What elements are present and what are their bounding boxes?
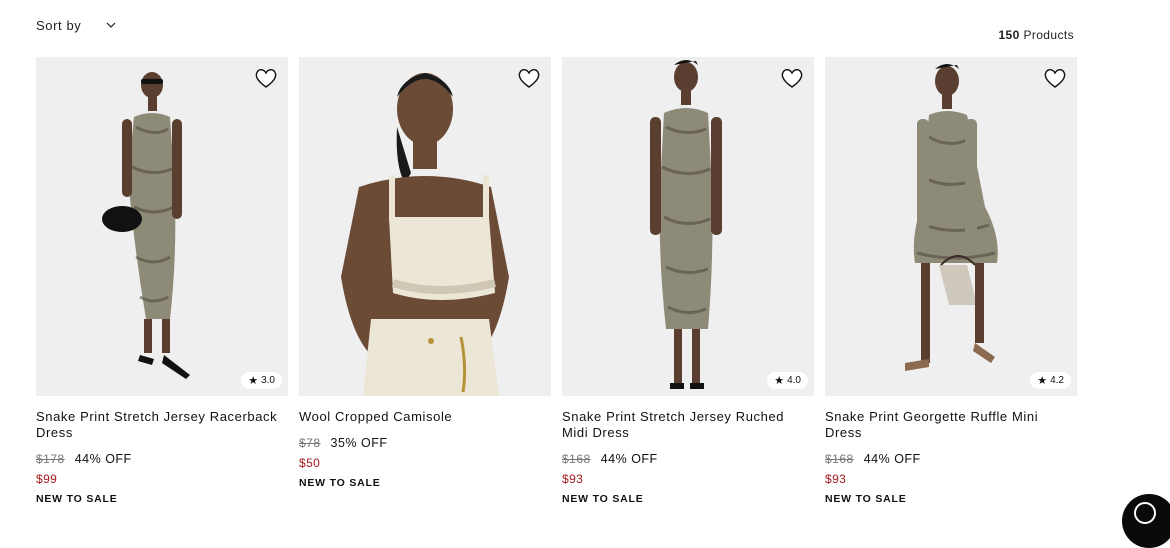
product-count-suffix: Products: [1023, 28, 1074, 42]
model-photo: [341, 73, 509, 396]
status-badge: NEW TO SALE: [36, 493, 118, 505]
heart-icon[interactable]: [1043, 67, 1067, 89]
original-price: $78: [299, 436, 321, 450]
original-price: $168: [825, 452, 854, 466]
product-card[interactable]: ★ 3.0 Snake Print Stretch Jersey Racerba…: [36, 57, 288, 505]
product-image[interactable]: ★ 3.0: [36, 57, 288, 396]
product-image[interactable]: ★ 4.2: [825, 57, 1077, 396]
model-photo: [102, 72, 190, 379]
product-card[interactable]: Wool Cropped Camisole $78 35% OFF $50 NE…: [299, 57, 551, 505]
rating-badge: ★ 4.2: [1030, 372, 1071, 389]
heart-icon[interactable]: [254, 67, 278, 89]
product-image[interactable]: [299, 57, 551, 396]
product-name[interactable]: Snake Print Georgette Ruffle Mini Dress: [825, 409, 1077, 441]
status-badge: NEW TO SALE: [299, 477, 381, 489]
sale-price: $93: [562, 472, 584, 486]
status-badge: NEW TO SALE: [562, 493, 644, 505]
product-image[interactable]: ★ 4.0: [562, 57, 814, 396]
original-price: $168: [562, 452, 591, 466]
sort-label: Sort by: [36, 17, 82, 33]
price-row: $78 35% OFF: [299, 436, 551, 450]
price-row: $168 44% OFF: [562, 452, 814, 466]
product-card[interactable]: ★ 4.0 Snake Print Stretch Jersey Ruched …: [562, 57, 814, 505]
sale-price: $50: [299, 456, 321, 470]
heart-icon[interactable]: [780, 67, 804, 89]
rating-badge: ★ 3.0: [241, 372, 282, 389]
heart-icon[interactable]: [517, 67, 541, 89]
star-icon: ★: [1037, 375, 1048, 387]
product-name[interactable]: Snake Print Stretch Jersey Ruched Midi D…: [562, 409, 814, 441]
product-name[interactable]: Snake Print Stretch Jersey Racerback Dre…: [36, 409, 288, 441]
model-photo: [650, 60, 722, 389]
star-icon: ★: [248, 375, 259, 387]
price-row: $178 44% OFF: [36, 452, 288, 466]
price-row: $168 44% OFF: [825, 452, 1077, 466]
sale-price: $99: [36, 472, 58, 486]
product-name[interactable]: Wool Cropped Camisole: [299, 409, 551, 425]
model-photo: [905, 64, 998, 371]
product-count: 150 Products: [998, 28, 1074, 42]
discount-label: 44% OFF: [863, 452, 921, 466]
sale-price: $93: [825, 472, 847, 486]
rating-value: 3.0: [261, 375, 275, 386]
product-count-number: 150: [998, 28, 1020, 42]
discount-label: 44% OFF: [600, 452, 658, 466]
rating-value: 4.2: [1050, 375, 1064, 386]
rating-value: 4.0: [787, 375, 801, 386]
status-badge: NEW TO SALE: [825, 493, 907, 505]
product-grid: ★ 3.0 Snake Print Stretch Jersey Racerba…: [36, 57, 1077, 505]
discount-label: 44% OFF: [74, 452, 132, 466]
star-icon: ★: [774, 375, 785, 387]
chat-icon: [1134, 502, 1156, 524]
discount-label: 35% OFF: [330, 436, 388, 450]
rating-badge: ★ 4.0: [767, 372, 808, 389]
original-price: $178: [36, 452, 65, 466]
sort-dropdown[interactable]: Sort by: [36, 16, 116, 34]
chat-launcher-button[interactable]: [1122, 494, 1170, 548]
product-card[interactable]: ★ 4.2 Snake Print Georgette Ruffle Mini …: [825, 57, 1077, 505]
chevron-down-icon: [106, 22, 116, 28]
